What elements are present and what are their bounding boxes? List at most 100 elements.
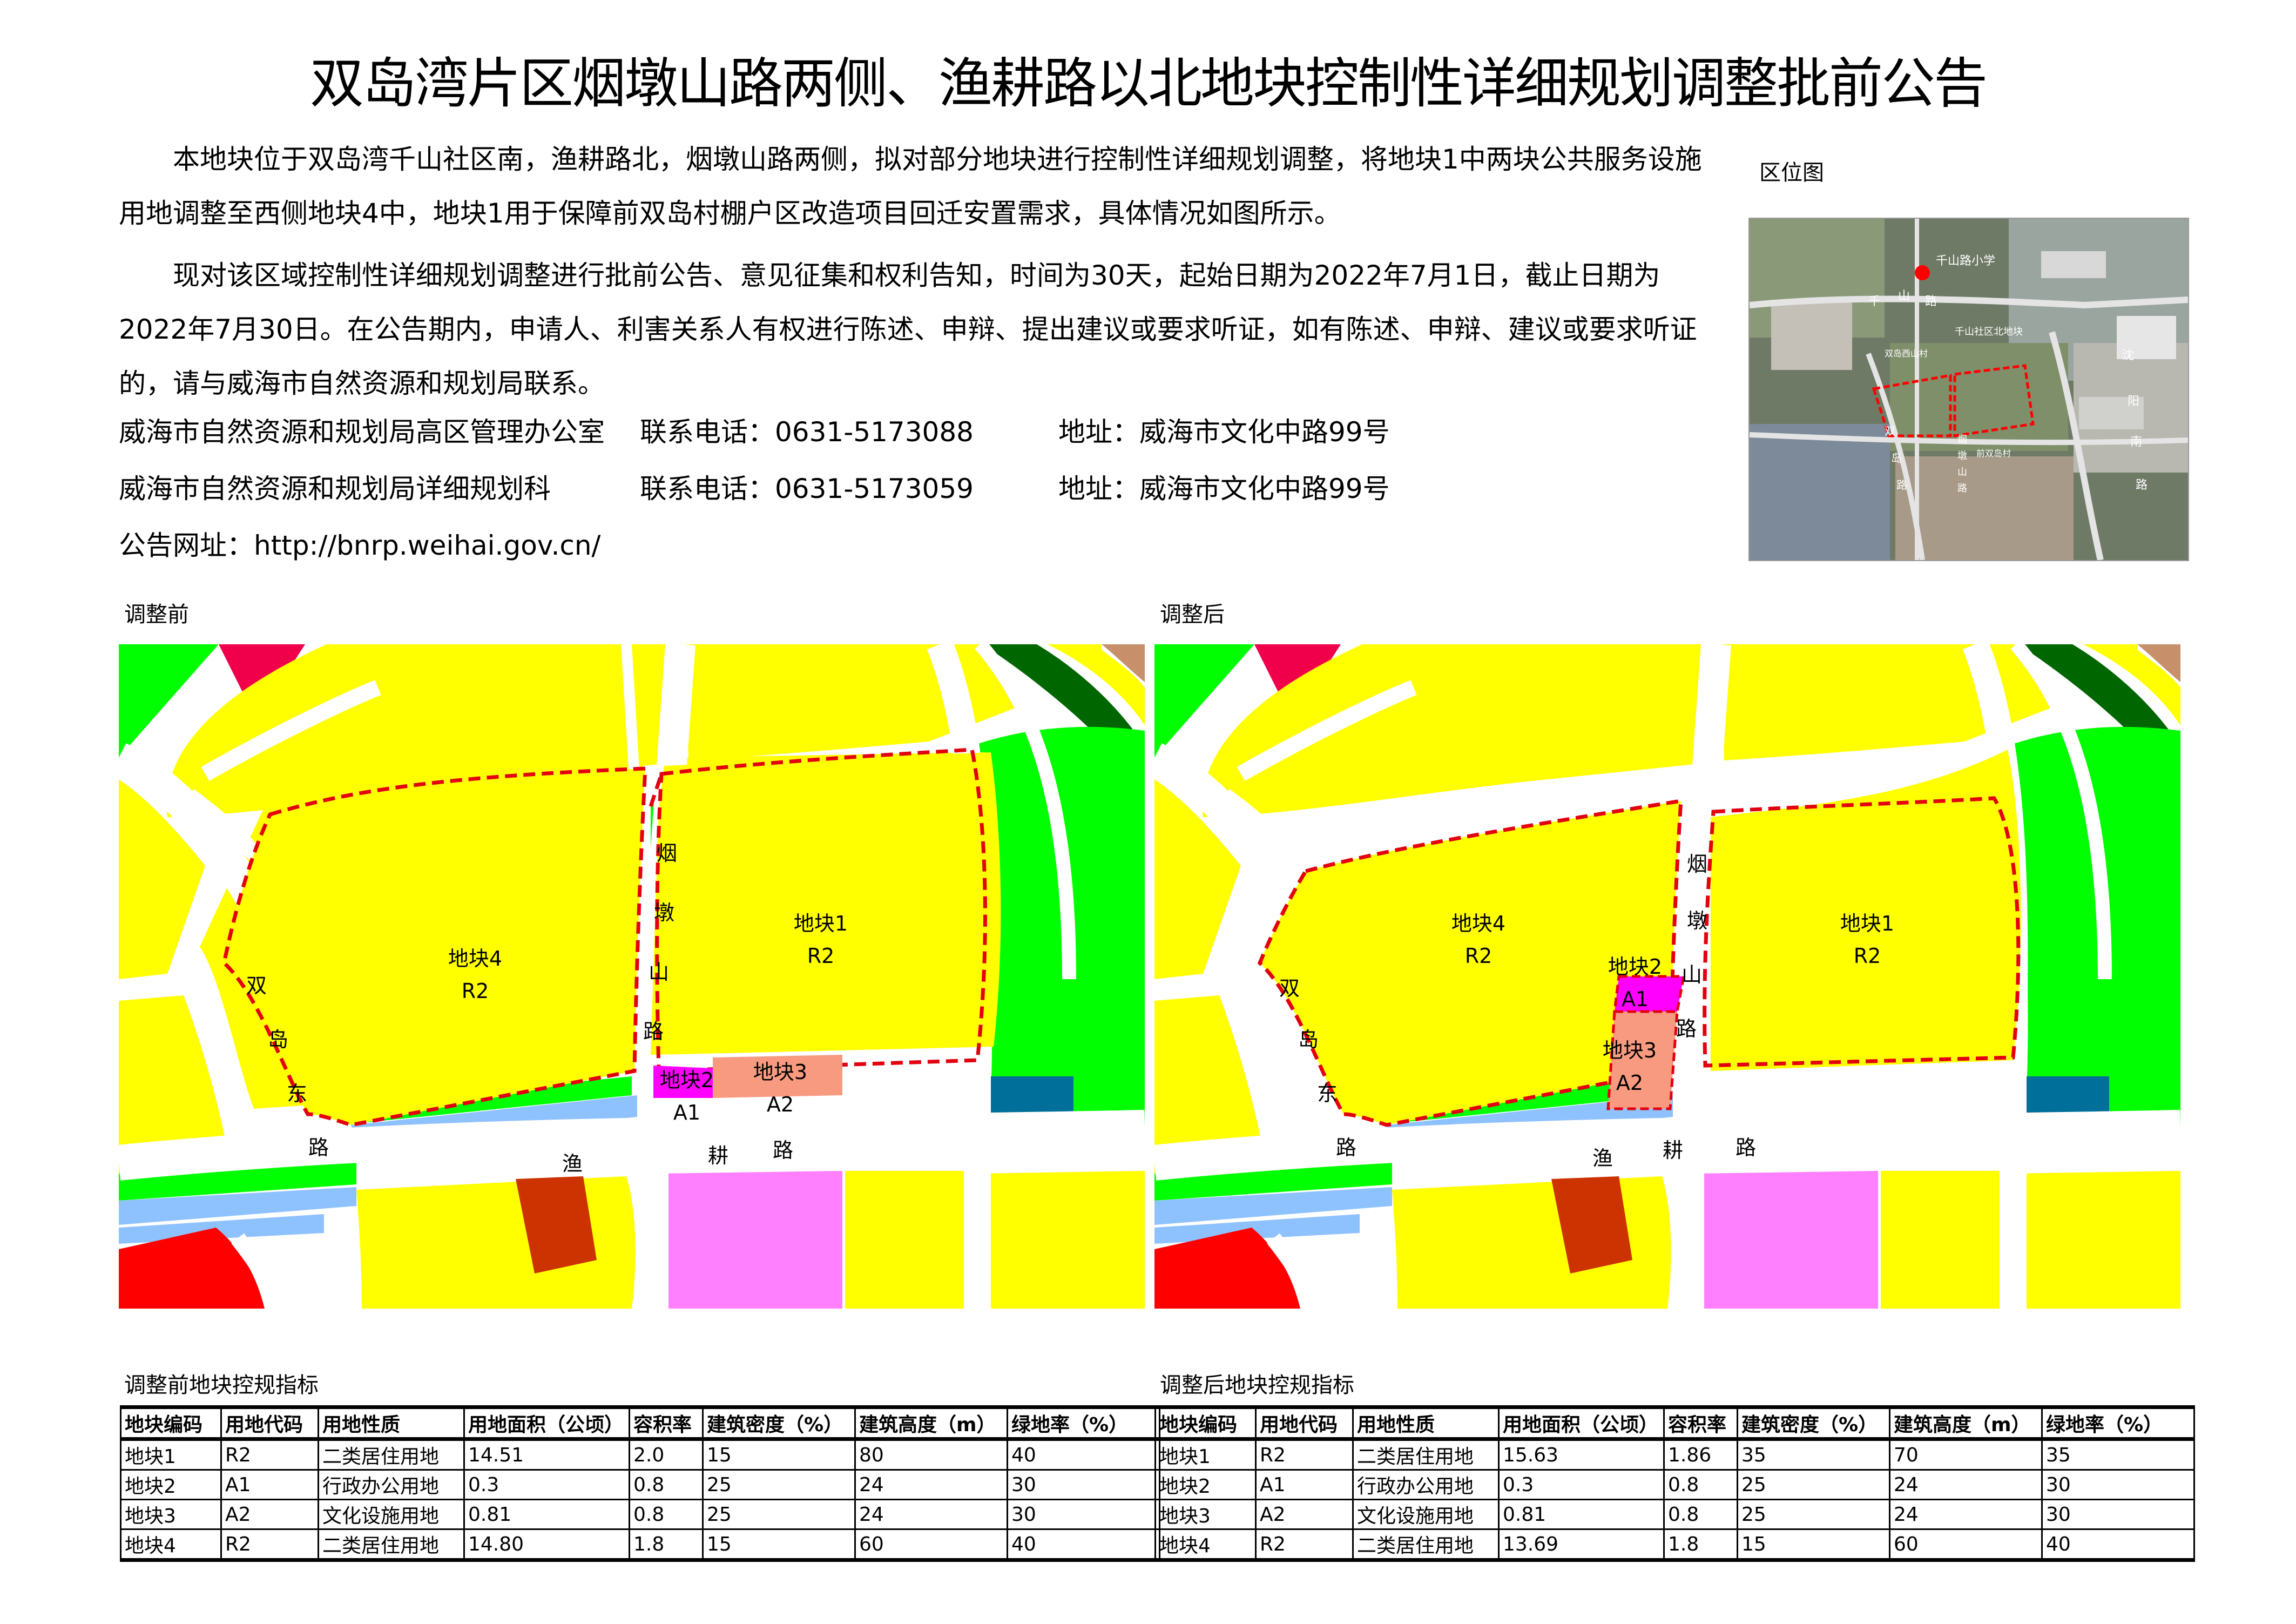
plot-label: 地块3 xyxy=(1603,1039,1657,1062)
table-cell: 0.3 xyxy=(463,1469,630,1500)
table-cell: 0.81 xyxy=(1498,1499,1665,1530)
contact-address: 地址：威海市文化中路99号 xyxy=(1058,473,1390,504)
table-cell: 80 xyxy=(854,1438,1008,1471)
table-cell: 14.51 xyxy=(463,1438,630,1471)
road-label: 山 xyxy=(649,960,669,984)
table-header: 建筑高度（m） xyxy=(1889,1405,2043,1441)
table-cell: A2 xyxy=(1255,1499,1354,1530)
table-row: 地块4 R2 二类居住用地 14.80 1.8 15 60 40 xyxy=(120,1528,1160,1562)
loc-label-community: 千山社区北地块 xyxy=(1955,326,2023,338)
table-cell: R2 xyxy=(1255,1528,1354,1562)
table-cell: 地块4 xyxy=(1154,1528,1257,1562)
road-label: 耕 xyxy=(1663,1138,1683,1162)
location-map-title: 区位图 xyxy=(1759,160,1824,185)
contact-address: 地址：威海市文化中路99号 xyxy=(1058,416,1390,448)
road-label: 岛 xyxy=(268,1028,288,1052)
school-marker-icon xyxy=(1915,265,1930,280)
road-label: 路 xyxy=(643,1020,664,1043)
table-cell: 地块1 xyxy=(120,1438,222,1471)
table-header: 绿地率（%） xyxy=(2041,1405,2195,1441)
loc-label-road: 山 xyxy=(1957,467,1967,478)
table-header: 建筑密度（%） xyxy=(1737,1405,1890,1441)
table-cell: 二类居住用地 xyxy=(318,1528,465,1562)
road-label: 路 xyxy=(1735,1136,1756,1160)
table-cell: 1.8 xyxy=(629,1528,704,1562)
loc-label-road: 南 xyxy=(2130,435,2142,449)
table-cell: 15 xyxy=(1737,1528,1890,1562)
table-cell: 24 xyxy=(1889,1499,2043,1530)
plot-label: 地块1 xyxy=(794,912,848,935)
table-cell: 地块3 xyxy=(1154,1499,1257,1530)
table-cell: 文化设施用地 xyxy=(318,1499,465,1530)
table-cell: 二类居住用地 xyxy=(1352,1438,1500,1471)
table-cell: 15.63 xyxy=(1498,1438,1665,1471)
contact-office: 威海市自然资源和规划局详细规划科 xyxy=(119,473,551,504)
table-row: 地块4 R2 二类居住用地 13.69 1.8 15 60 40 xyxy=(1154,1528,2195,1562)
table-cell: 二类居住用地 xyxy=(1352,1528,1500,1562)
table-cell: 30 xyxy=(2041,1499,2195,1530)
loc-label-road: 沈 xyxy=(2122,349,2134,362)
plot-code-label: A2 xyxy=(767,1093,794,1116)
table-cell: 地块2 xyxy=(120,1469,222,1500)
table-cell: A2 xyxy=(220,1499,319,1530)
table-cell: 地块3 xyxy=(120,1499,222,1530)
indicator-table-after: 地块编码 用地代码 用地性质 用地面积（公顷） 容积率 建筑密度（%） 建筑高度… xyxy=(1154,1405,2195,1562)
loc-label-road: 路 xyxy=(1896,479,1907,491)
road-label: 双 xyxy=(246,974,267,998)
table-header: 用地面积（公顷） xyxy=(1498,1405,1665,1441)
road-label: 路 xyxy=(773,1138,793,1162)
loc-label-village: 双岛西山村 xyxy=(1885,348,1928,359)
table-cell: 行政办公用地 xyxy=(318,1469,465,1500)
table-header: 用地性质 xyxy=(1352,1405,1500,1441)
table-cell: 25 xyxy=(702,1469,856,1500)
location-map: 千山路小学 千 山 路 千山社区北地块 双岛西山村 前双岛村 沈 阳 南 路 双… xyxy=(1748,218,2189,561)
loc-label-road: 阳 xyxy=(2128,395,2139,408)
table-cell: 40 xyxy=(2041,1528,2195,1562)
table-cell: 1.8 xyxy=(1663,1528,1738,1562)
loc-label-road: 山 xyxy=(1898,289,1910,303)
table-row: 地块2 A1 行政办公用地 0.3 0.8 25 24 30 xyxy=(120,1469,1160,1500)
plot-code-label: R2 xyxy=(1465,944,1493,968)
table-row: 地块1 R2 二类居住用地 14.51 2.0 15 80 40 xyxy=(120,1438,1160,1471)
map-after: 地块4 R2 地块1 R2 地块2 A1 地块3 A2 烟 墩 山 路 双 岛 … xyxy=(1154,644,2180,1309)
table-cell: 0.81 xyxy=(463,1499,630,1530)
contact-office: 威海市自然资源和规划局高区管理办公室 xyxy=(119,416,605,448)
road-label: 墩 xyxy=(654,901,674,925)
table-cell: 15 xyxy=(702,1438,856,1471)
loc-label-east-village: 前双岛村 xyxy=(1976,448,2011,459)
loc-label-road: 墩 xyxy=(1957,450,1967,462)
map-before-caption: 调整前 xyxy=(124,602,189,627)
notice-paragraph-2: 现对该区域控制性详细规划调整进行批前公告、意见征集和权利告知，时间为30天，起始… xyxy=(119,260,1697,399)
table-cell: 2.0 xyxy=(629,1438,704,1471)
table-cell: 60 xyxy=(1889,1528,2043,1562)
road-label: 墩 xyxy=(1687,909,1707,933)
road-label: 耕 xyxy=(708,1144,728,1168)
plot-label: 地块2 xyxy=(1608,955,1662,979)
table-cell: 35 xyxy=(1737,1438,1890,1471)
loc-label-school: 千山路小学 xyxy=(1936,254,1995,268)
table-cell: 15 xyxy=(702,1528,856,1562)
road-label: 渔 xyxy=(562,1152,583,1176)
table-header: 用地面积（公顷） xyxy=(463,1405,630,1441)
plot-code-label: A1 xyxy=(673,1101,700,1124)
notice-website[interactable]: 公告网址：http://bnrp.weihai.gov.cn/ xyxy=(119,524,600,567)
table-cell: 70 xyxy=(1889,1438,2043,1471)
table-cell: 0.8 xyxy=(629,1469,704,1500)
road-label: 山 xyxy=(1682,963,1702,987)
table-cell: 30 xyxy=(2041,1469,2195,1500)
map-after-caption: 调整后 xyxy=(1160,602,1225,627)
table-cell: R2 xyxy=(220,1438,319,1471)
table-header: 容积率 xyxy=(1663,1405,1738,1441)
table-cell: 40 xyxy=(1007,1438,1160,1471)
table-cell: 地块1 xyxy=(1154,1438,1257,1471)
table-cell: 0.8 xyxy=(629,1499,704,1530)
table-cell: 0.3 xyxy=(1498,1469,1665,1500)
table-header: 地块编码 xyxy=(120,1405,222,1441)
loc-label-road: 路 xyxy=(1957,483,1967,494)
table-cell: 14.80 xyxy=(463,1528,630,1562)
plot-label: 地块1 xyxy=(1840,912,1894,935)
table-cell: 13.69 xyxy=(1498,1528,1665,1562)
page-title: 双岛湾片区烟墩山路两侧、渔耕路以北地块控制性详细规划调整批前公告 xyxy=(310,52,1988,115)
table-cell: 35 xyxy=(2041,1438,2195,1471)
plot-code-label: R2 xyxy=(807,944,835,968)
